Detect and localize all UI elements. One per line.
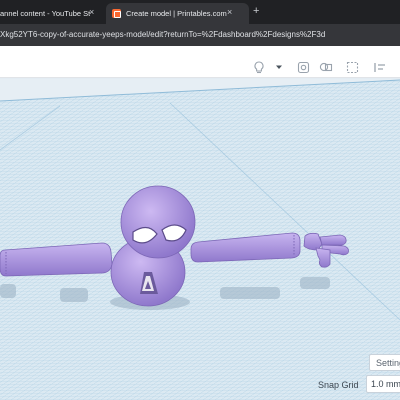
ungroup-icon[interactable] [345, 60, 359, 74]
new-tab-icon[interactable]: + [253, 5, 259, 17]
head-shape[interactable] [120, 185, 196, 259]
editor-toolbar [0, 56, 400, 78]
tab-printables[interactable]: Create model | Printables.com × [106, 3, 249, 24]
group-icon[interactable] [319, 60, 333, 74]
tab-youtube[interactable]: annel content - YouTube St × [0, 3, 100, 24]
browser-tab-strip: annel content - YouTube St × Create mode… [0, 0, 400, 24]
tab-title: Create model | Printables.com [126, 9, 227, 18]
address-bar[interactable]: Xkg52YT6-copy-of-accurate-yeeps-model/ed… [0, 24, 400, 46]
workplane-canvas[interactable] [0, 79, 400, 400]
snap-grid-select[interactable]: 1.0 mm [366, 375, 400, 393]
page-top-strip [0, 46, 400, 56]
url-text[interactable]: Xkg52YT6-copy-of-accurate-yeeps-model/ed… [0, 30, 325, 39]
dropdown-caret-icon[interactable] [272, 60, 286, 74]
settings-button[interactable]: Settings [369, 354, 400, 371]
snap-grid-label: Snap Grid [318, 380, 359, 390]
close-tab-icon[interactable]: × [227, 7, 232, 17]
shape-mirror-icon[interactable] [296, 60, 310, 74]
workplane[interactable] [0, 79, 400, 400]
screen: { "browser": { "tabs": [ {"title": "anne… [0, 0, 400, 400]
lightbulb-icon[interactable] [252, 60, 266, 74]
tab-title: annel content - YouTube St [0, 9, 91, 18]
align-icon[interactable] [373, 60, 387, 74]
close-tab-icon[interactable]: × [89, 7, 94, 17]
printables-favicon-icon [112, 9, 121, 18]
